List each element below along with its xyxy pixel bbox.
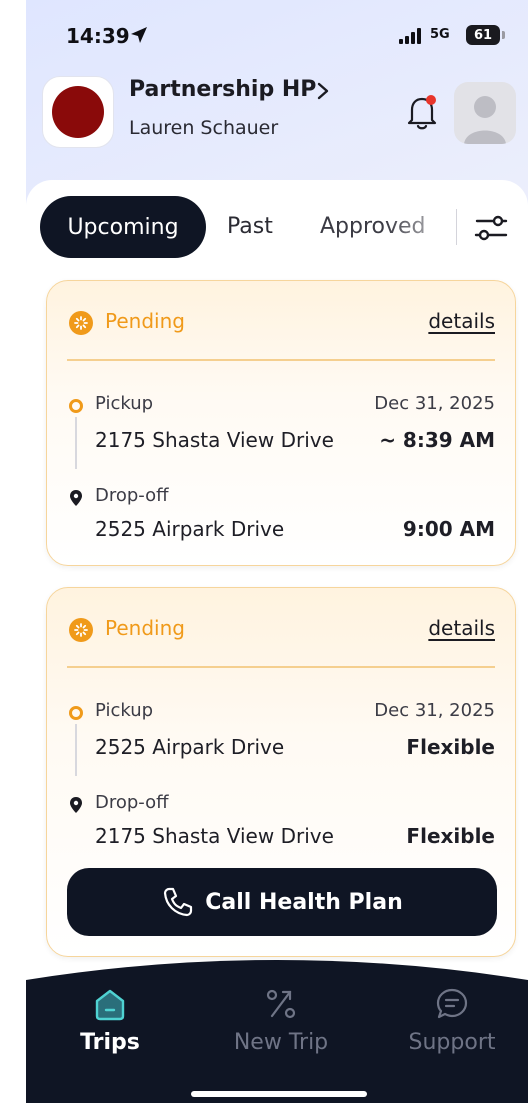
pending-icon xyxy=(69,311,93,335)
trip-card[interactable]: Pending details Pickup Dec 31, 2025 2525… xyxy=(46,587,516,957)
pickup-label: Pickup xyxy=(95,700,154,721)
route-icon xyxy=(266,989,296,1019)
home-icon xyxy=(95,989,125,1021)
network-label: 5G xyxy=(430,27,450,42)
location-arrow-icon xyxy=(131,27,147,43)
pickup-label: Pickup xyxy=(95,393,154,414)
dropoff-time: 9:00 AM xyxy=(402,517,495,541)
signal-icon xyxy=(399,28,421,44)
dropoff-time: Flexible xyxy=(406,824,495,848)
nav-new-trip[interactable]: New Trip xyxy=(221,986,341,1055)
battery-tip xyxy=(502,31,505,39)
nav-support-label: Support xyxy=(408,1030,496,1055)
nav-new-trip-label: New Trip xyxy=(233,1030,329,1055)
route-line xyxy=(75,417,77,469)
tab-past[interactable]: Past xyxy=(227,214,273,239)
org-logo[interactable] xyxy=(42,76,114,148)
pickup-ring-icon xyxy=(69,706,83,720)
chevron-right-icon[interactable] xyxy=(316,82,330,100)
card-divider xyxy=(67,666,495,668)
bell-icon[interactable] xyxy=(404,92,440,132)
pickup-date: Dec 31, 2025 xyxy=(374,393,495,414)
app-screen: 14:39 5G 61 Partnership HP Lauren Schaue… xyxy=(26,0,528,1103)
dropoff-address: 2175 Shasta View Drive xyxy=(95,824,334,848)
pickup-address: 2175 Shasta View Drive xyxy=(95,428,334,452)
avatar[interactable] xyxy=(454,82,516,144)
nav-support[interactable]: Support xyxy=(392,986,512,1055)
status-bar: 14:39 5G 61 xyxy=(26,0,528,70)
dropoff-label: Drop-off xyxy=(95,485,169,506)
details-link[interactable]: details xyxy=(428,616,495,640)
pickup-date: Dec 31, 2025 xyxy=(374,700,495,721)
status-badge: Pending xyxy=(105,616,185,640)
home-indicator xyxy=(191,1091,367,1097)
call-button-label: Call Health Plan xyxy=(205,889,403,915)
dropoff-address: 2525 Airpark Drive xyxy=(95,517,285,541)
details-link[interactable]: details xyxy=(428,309,495,333)
pin-icon xyxy=(70,797,82,813)
pickup-time: Flexible xyxy=(406,735,495,759)
pickup-time: ~ 8:39 AM xyxy=(379,428,495,452)
dropoff-label: Drop-off xyxy=(95,792,169,813)
battery-icon: 61 xyxy=(466,25,500,45)
route-line xyxy=(75,724,77,776)
pickup-address: 2525 Airpark Drive xyxy=(95,735,285,759)
status-time: 14:39 xyxy=(66,24,130,48)
filter-icon[interactable] xyxy=(473,210,509,246)
chat-icon xyxy=(436,988,468,1019)
pending-icon xyxy=(69,618,93,642)
nav-trips-label: Trips xyxy=(80,1030,140,1055)
phone-icon xyxy=(164,887,193,917)
pickup-ring-icon xyxy=(69,399,83,413)
avatar-icon xyxy=(464,96,506,144)
org-logo-mark xyxy=(52,86,104,138)
pin-icon xyxy=(70,490,82,506)
battery-level: 61 xyxy=(473,27,493,43)
tab-upcoming-label: Upcoming xyxy=(67,214,179,240)
tab-scroll-fade xyxy=(386,200,456,256)
user-name: Lauren Schauer xyxy=(129,117,279,139)
tab-divider xyxy=(456,209,457,245)
card-divider xyxy=(67,359,495,361)
org-name[interactable]: Partnership HP xyxy=(129,77,316,102)
call-health-plan-button[interactable]: Call Health Plan xyxy=(67,868,497,936)
status-badge: Pending xyxy=(105,309,185,333)
bottom-nav: Trips New Trip Support xyxy=(26,950,528,1103)
tab-upcoming[interactable]: Upcoming xyxy=(40,196,206,258)
nav-trips[interactable]: Trips xyxy=(50,986,170,1055)
trip-card[interactable]: Pending details Pickup Dec 31, 2025 2175… xyxy=(46,280,516,566)
